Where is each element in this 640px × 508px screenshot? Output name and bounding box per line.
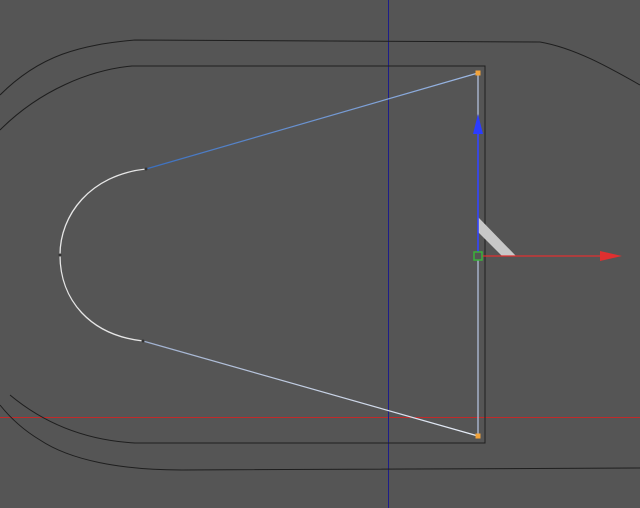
square-handle-icon[interactable]: [473, 251, 483, 261]
viewport-canvas[interactable]: [0, 0, 640, 508]
spline-left-arc[interactable]: [59, 168, 147, 342]
square-point-icon[interactable]: [475, 70, 481, 76]
arc-point-left[interactable]: [58, 253, 62, 257]
outer-outline-shape: [0, 39, 640, 471]
square-point-icon[interactable]: [475, 433, 481, 439]
editor-viewport[interactable]: [0, 0, 640, 508]
arc-point-bottom[interactable]: [141, 339, 145, 343]
arrow-up-icon[interactable]: [473, 114, 483, 134]
arc-point-top[interactable]: [144, 167, 148, 171]
arrow-right-icon[interactable]: [600, 251, 622, 261]
inner-outline-shape: [0, 65, 486, 444]
spline-top-edge[interactable]: [145, 72, 479, 170]
spline-bottom-edge[interactable]: [142, 340, 479, 437]
plane-handle[interactable]: [478, 217, 516, 256]
